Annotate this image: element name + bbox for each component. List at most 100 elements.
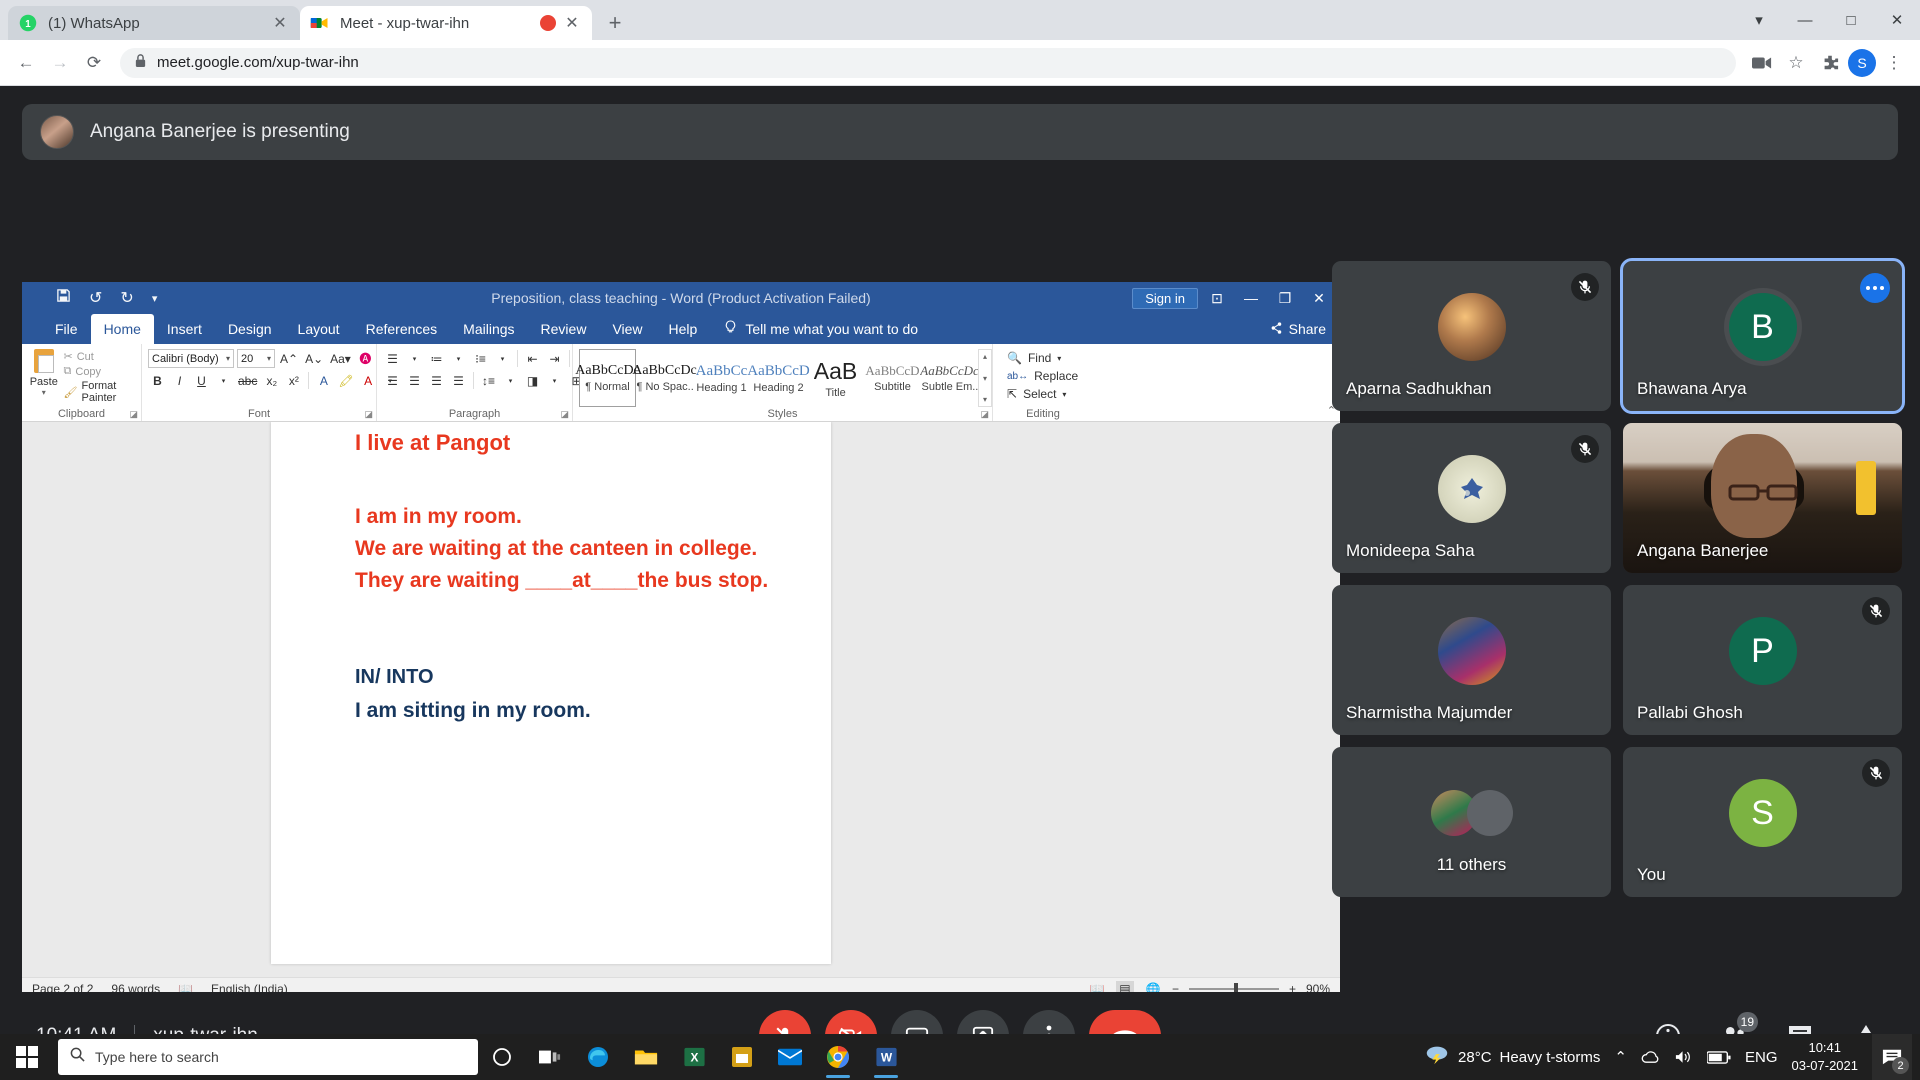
- excel-button[interactable]: X: [670, 1034, 718, 1080]
- browser-tab-meet[interactable]: Meet - xup-twar-ihn ✕: [300, 6, 592, 40]
- decrease-indent-icon[interactable]: ⇤: [523, 349, 542, 368]
- redo-icon[interactable]: ↻: [120, 288, 133, 308]
- increase-font-size-icon[interactable]: A⌃: [278, 349, 300, 368]
- multilevel-list-icon[interactable]: ⁝≡: [471, 349, 490, 368]
- replace-button[interactable]: ab↔ Replace: [1007, 369, 1078, 383]
- style-subtitle[interactable]: AaBbCcD Subtitle: [864, 349, 921, 407]
- ribbon-tab-design[interactable]: Design: [215, 314, 285, 344]
- ribbon-tab-view[interactable]: View: [599, 314, 655, 344]
- close-window-button[interactable]: ✕: [1874, 0, 1920, 40]
- file-explorer-button[interactable]: [622, 1034, 670, 1080]
- chrome-menu-icon[interactable]: ⋮: [1878, 47, 1910, 79]
- paragraph-dialog-launcher[interactable]: ◪: [560, 409, 569, 420]
- participant-tile-you[interactable]: S You: [1623, 747, 1902, 897]
- numbering-dropdown-icon[interactable]: ▾: [449, 349, 468, 368]
- numbering-icon[interactable]: ≔: [427, 349, 446, 368]
- italic-icon[interactable]: I: [170, 371, 189, 390]
- participant-tile-monideepa[interactable]: Monideepa Saha: [1332, 423, 1611, 573]
- zoom-slider[interactable]: [1188, 982, 1279, 995]
- style-heading-1[interactable]: AaBbCc Heading 1: [693, 349, 750, 407]
- shading-icon[interactable]: ◨: [523, 371, 542, 390]
- strikethrough-icon[interactable]: abc: [236, 371, 259, 390]
- scroll-up-icon[interactable]: ▴: [983, 352, 987, 361]
- styles-more-icon[interactable]: ▾: [983, 395, 987, 404]
- participant-tile-aparna[interactable]: Aparna Sadhukhan: [1332, 261, 1611, 411]
- participant-tile-others[interactable]: 11 others: [1332, 747, 1611, 897]
- word-close-icon[interactable]: ✕: [1304, 284, 1334, 312]
- font-color-icon[interactable]: A: [359, 371, 378, 390]
- task-view-button[interactable]: [526, 1034, 574, 1080]
- justify-icon[interactable]: ☰: [449, 371, 468, 390]
- text-effects-icon[interactable]: A: [314, 371, 333, 390]
- format-painter-button[interactable]: 🖌 Format Painter: [64, 380, 135, 404]
- save-icon[interactable]: [56, 288, 71, 308]
- clear-formatting-icon[interactable]: 🅐: [356, 349, 375, 368]
- align-left-icon[interactable]: ☰: [383, 371, 402, 390]
- taskbar-clock[interactable]: 10:41 03-07-2021: [1792, 1039, 1859, 1074]
- find-button[interactable]: 🔍 Find ▾: [1007, 351, 1078, 365]
- change-case-icon[interactable]: Aa▾: [328, 349, 353, 368]
- ribbon-tab-mailings[interactable]: Mailings: [450, 314, 527, 344]
- underline-icon[interactable]: U: [192, 371, 211, 390]
- word-sign-in-button[interactable]: Sign in: [1132, 287, 1198, 309]
- volume-icon[interactable]: [1674, 1049, 1693, 1065]
- profile-avatar[interactable]: S: [1848, 48, 1876, 77]
- word-minimize-icon[interactable]: —: [1236, 284, 1266, 312]
- text-highlight-icon[interactable]: 🖍: [336, 371, 355, 390]
- word-restore-icon[interactable]: ❐: [1270, 284, 1300, 312]
- address-bar[interactable]: meet.google.com/xup-twar-ihn: [120, 47, 1736, 78]
- customize-qat-icon[interactable]: ▾: [152, 292, 158, 305]
- ribbon-tab-review[interactable]: Review: [528, 314, 600, 344]
- word-page[interactable]: I live at Pangot I am in my room. We are…: [271, 422, 831, 964]
- style-heading-2[interactable]: AaBbCcD Heading 2: [747, 349, 810, 407]
- maximize-button[interactable]: □: [1828, 0, 1874, 40]
- cut-button[interactable]: ✂ Cut: [64, 350, 135, 364]
- superscript-icon[interactable]: x²: [284, 371, 303, 390]
- bullets-dropdown-icon[interactable]: ▾: [405, 349, 424, 368]
- font-family-combo[interactable]: Calibri (Body) ▾: [148, 349, 234, 368]
- participant-tile-sharmistha[interactable]: Sharmistha Majumder: [1332, 585, 1611, 735]
- ribbon-display-options-icon[interactable]: ⊡: [1202, 284, 1232, 312]
- google-chrome-button[interactable]: [814, 1034, 862, 1080]
- shared-screen-word[interactable]: ↺ ↻ ▾ Preposition, class teaching - Word…: [22, 282, 1340, 1004]
- tell-me-box[interactable]: Tell me what you want to do: [710, 314, 918, 344]
- ribbon-tab-home[interactable]: Home: [90, 314, 154, 344]
- align-center-icon[interactable]: ☰: [405, 371, 424, 390]
- cortana-button[interactable]: [478, 1034, 526, 1080]
- style-no-spacing[interactable]: AaBbCcDc ¶ No Spac...: [632, 349, 697, 407]
- reload-icon[interactable]: ⟳: [78, 47, 110, 79]
- back-icon[interactable]: ←: [10, 47, 42, 79]
- style-subtle-emphasis[interactable]: AaBbCcDc Subtle Em...: [920, 349, 978, 407]
- decrease-font-size-icon[interactable]: A⌄: [303, 349, 325, 368]
- line-spacing-icon[interactable]: ↕≡: [479, 371, 498, 390]
- participant-tile-pallabi[interactable]: P Pallabi Ghosh: [1623, 585, 1902, 735]
- minimize-button[interactable]: —: [1782, 0, 1828, 40]
- start-button[interactable]: [0, 1034, 54, 1080]
- styles-dialog-launcher[interactable]: ◪: [980, 409, 989, 420]
- language-indicator[interactable]: ENG: [1745, 1049, 1778, 1066]
- font-dialog-launcher[interactable]: ◪: [364, 409, 373, 420]
- increase-indent-icon[interactable]: ⇥: [545, 349, 564, 368]
- copy-button[interactable]: ⧉ Copy: [64, 365, 135, 378]
- ribbon-tab-file[interactable]: File: [42, 314, 91, 344]
- camera-share-icon[interactable]: [1746, 47, 1778, 79]
- subscript-icon[interactable]: x₂: [262, 371, 281, 390]
- show-hidden-icons[interactable]: ⌃: [1614, 1048, 1627, 1066]
- undo-icon[interactable]: ↺: [89, 288, 102, 308]
- shading-dropdown-icon[interactable]: ▾: [545, 371, 564, 390]
- new-tab-button[interactable]: +: [598, 6, 632, 40]
- ribbon-tab-references[interactable]: References: [353, 314, 451, 344]
- font-size-combo[interactable]: 20 ▾: [237, 349, 275, 368]
- close-icon[interactable]: ✕: [562, 13, 582, 33]
- paste-button[interactable]: Paste ▾: [28, 347, 60, 407]
- line-spacing-dropdown-icon[interactable]: ▾: [501, 371, 520, 390]
- mail-button[interactable]: [766, 1034, 814, 1080]
- style-normal[interactable]: AaBbCcDc ¶ Normal: [575, 349, 640, 407]
- multilevel-dropdown-icon[interactable]: ▾: [493, 349, 512, 368]
- taskbar-search-input[interactable]: Type here to search: [58, 1039, 478, 1075]
- ribbon-tab-layout[interactable]: Layout: [285, 314, 353, 344]
- extensions-icon[interactable]: [1814, 47, 1846, 79]
- browser-tab-whatsapp[interactable]: 1 (1) WhatsApp ✕: [8, 6, 300, 40]
- align-right-icon[interactable]: ☰: [427, 371, 446, 390]
- close-icon[interactable]: ✕: [270, 13, 290, 33]
